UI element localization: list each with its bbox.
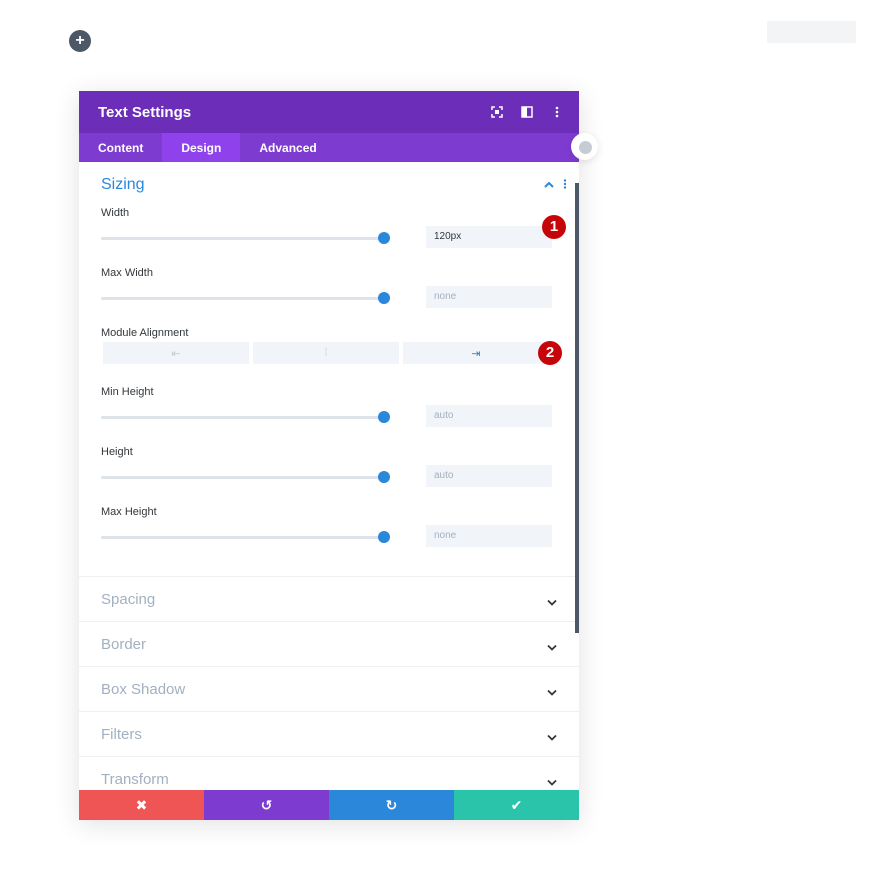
width-slider[interactable] — [101, 237, 384, 240]
chevron-down-icon — [547, 683, 557, 701]
min-height-slider[interactable] — [101, 416, 384, 419]
section-title: Spacing — [101, 590, 156, 608]
min-height-field: Min Height — [79, 386, 579, 400]
tab-advanced[interactable]: Advanced — [240, 133, 335, 162]
section-border[interactable]: Border — [79, 621, 579, 666]
close-icon: ✖ — [135, 796, 148, 813]
modal-header: Text Settings — [79, 91, 579, 133]
section-spacing[interactable]: Spacing — [79, 576, 579, 621]
more-options-icon[interactable] — [547, 102, 567, 122]
max-height-input[interactable]: none — [426, 525, 552, 547]
settings-modal: Text Settings Content Design Advanced Si… — [79, 91, 579, 820]
max-height-label: Max Height — [101, 506, 157, 518]
min-height-input[interactable]: auto — [426, 405, 552, 427]
chevron-up-icon[interactable] — [544, 176, 554, 194]
sizing-section-header[interactable]: Sizing — [79, 162, 579, 207]
sizing-title: Sizing — [101, 175, 145, 193]
align-left-icon: ⇤ — [171, 347, 181, 360]
modal-title: Text Settings — [98, 103, 192, 121]
align-center-icon: ⁞ — [324, 347, 328, 359]
section-box-shadow[interactable]: Box Shadow — [79, 666, 579, 711]
max-height-field: Max Height — [79, 506, 579, 520]
max-height-slider[interactable] — [101, 536, 384, 539]
section-title: Box Shadow — [101, 680, 186, 698]
redo-button[interactable]: ↻ — [329, 790, 454, 820]
undo-button[interactable]: ↺ — [204, 790, 329, 820]
max-width-slider[interactable] — [101, 297, 384, 300]
save-button[interactable]: ✔ — [454, 790, 579, 820]
tab-content[interactable]: Content — [79, 133, 162, 162]
height-field: Height — [79, 446, 579, 460]
min-height-label: Min Height — [101, 386, 154, 398]
height-slider-handle[interactable] — [378, 471, 390, 483]
max-width-input[interactable]: none — [426, 286, 552, 308]
drag-handle-icon — [579, 141, 592, 154]
section-transform[interactable]: Transform — [79, 756, 579, 790]
width-input[interactable]: 120px — [426, 226, 552, 248]
split-view-icon[interactable] — [517, 102, 537, 122]
width-label: Width — [101, 207, 130, 219]
step-badge-2: 2 — [538, 341, 562, 365]
section-title: Border — [101, 635, 147, 653]
chevron-down-icon — [547, 593, 557, 611]
step-badge-1: 1 — [542, 215, 566, 239]
max-height-slider-handle[interactable] — [378, 531, 390, 543]
alignment-label: Module Alignment — [101, 327, 189, 339]
height-label: Height — [101, 446, 133, 458]
redo-icon: ↻ — [385, 796, 398, 813]
align-left-button[interactable]: ⇤ — [103, 342, 249, 364]
max-width-label: Max Width — [101, 267, 153, 279]
tab-bar: Content Design Advanced — [79, 133, 579, 162]
drag-handle[interactable] — [571, 133, 598, 160]
section-title: Filters — [101, 725, 142, 743]
width-field: Width — [79, 207, 579, 221]
chevron-down-icon — [547, 638, 557, 656]
align-right-icon: ⇥ — [471, 347, 481, 360]
settings-body: Sizing Width 120px 1 Max Width none Modu… — [79, 162, 579, 790]
align-center-button[interactable]: ⁞ — [253, 342, 399, 364]
width-slider-handle[interactable] — [378, 232, 390, 244]
alignment-field: Module Alignment — [79, 327, 579, 341]
scrollbar[interactable] — [575, 183, 579, 633]
section-options-icon[interactable] — [563, 176, 567, 194]
alignment-options: ⇤ ⁞ ⇥ 2 — [79, 341, 579, 386]
height-input[interactable]: auto — [426, 465, 552, 487]
top-right-placeholder — [767, 21, 856, 43]
check-icon: ✔ — [510, 796, 523, 813]
section-filters[interactable]: Filters — [79, 711, 579, 756]
add-section-button[interactable]: + — [69, 30, 91, 52]
height-slider[interactable] — [101, 476, 384, 479]
min-height-slider-handle[interactable] — [378, 411, 390, 423]
max-width-slider-handle[interactable] — [378, 292, 390, 304]
max-width-field: Max Width — [79, 267, 579, 281]
undo-icon: ↺ — [260, 796, 273, 813]
modal-footer: ✖ ↺ ↻ ✔ — [79, 790, 579, 820]
chevron-down-icon — [547, 773, 557, 790]
cancel-button[interactable]: ✖ — [79, 790, 204, 820]
tab-design[interactable]: Design — [162, 133, 241, 162]
section-title: Transform — [101, 770, 169, 788]
fullscreen-icon[interactable] — [487, 102, 507, 122]
chevron-down-icon — [547, 728, 557, 746]
align-right-button[interactable]: ⇥ — [403, 342, 549, 364]
